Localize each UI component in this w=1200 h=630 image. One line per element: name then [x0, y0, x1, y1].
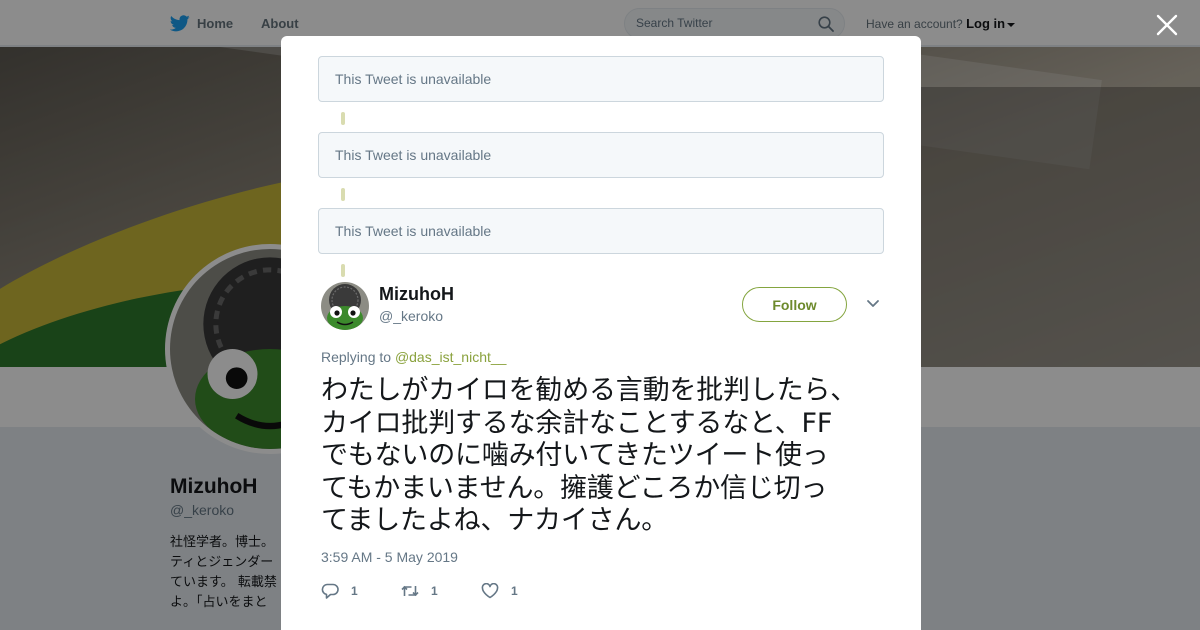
reply-count: 1	[351, 584, 358, 598]
unavailable-tweet-card: This Tweet is unavailable	[318, 56, 884, 102]
frog-avatar-image	[321, 282, 369, 330]
thread-connector	[341, 112, 345, 125]
author-handle[interactable]: @_keroko	[379, 308, 443, 324]
heart-icon	[481, 583, 499, 599]
retweet-button[interactable]: 1	[401, 581, 441, 601]
tweet-text: わたしがカイロを勧める言動を批判したら、 カイロ批判するな余計なことするなと、F…	[321, 375, 886, 538]
like-count: 1	[511, 584, 518, 598]
unavailable-tweet-text: This Tweet is unavailable	[335, 223, 492, 239]
tweet-text-line: わたしがカイロを勧める言動を批判したら、	[321, 375, 857, 406]
replying-prefix: Replying to	[321, 349, 392, 365]
thread-connector	[341, 264, 345, 277]
author-avatar[interactable]	[321, 282, 369, 330]
chevron-down-icon[interactable]	[866, 299, 880, 309]
retweet-icon	[401, 585, 419, 597]
unavailable-tweet-text: This Tweet is unavailable	[335, 147, 492, 163]
tweet-text-line: カイロ批判するな余計なことするなと、FF	[321, 407, 833, 439]
replying-to-link[interactable]: @das_ist_nicht__	[395, 349, 507, 365]
tweet-timestamp[interactable]: 3:59 AM - 5 May 2019	[321, 549, 458, 565]
tweet-modal: This Tweet is unavailable This Tweet is …	[281, 36, 921, 630]
follow-button[interactable]: Follow	[742, 287, 847, 322]
like-button[interactable]: 1	[481, 581, 518, 601]
unavailable-tweet-card: This Tweet is unavailable	[318, 208, 884, 254]
author-name[interactable]: MizuhoH	[379, 284, 454, 305]
tweet-text-line: てましたよね、ナカイさん。	[321, 505, 669, 536]
retweet-count: 1	[431, 584, 438, 598]
tweet-text-line: てもかまいません。擁護どころか信じ切っ	[321, 472, 828, 504]
unavailable-tweet-card: This Tweet is unavailable	[318, 132, 884, 178]
replying-to: Replying to @das_ist_nicht__	[321, 349, 506, 365]
thread-connector	[341, 188, 345, 201]
tweet-actions: 1 1 1	[321, 581, 558, 601]
tweet-text-line: でもないのに噛み付いてきたツイート使っ	[321, 440, 829, 471]
close-icon[interactable]	[1154, 12, 1180, 38]
reply-button[interactable]: 1	[321, 581, 363, 601]
reply-icon	[321, 583, 339, 599]
unavailable-tweet-text: This Tweet is unavailable	[335, 71, 492, 87]
